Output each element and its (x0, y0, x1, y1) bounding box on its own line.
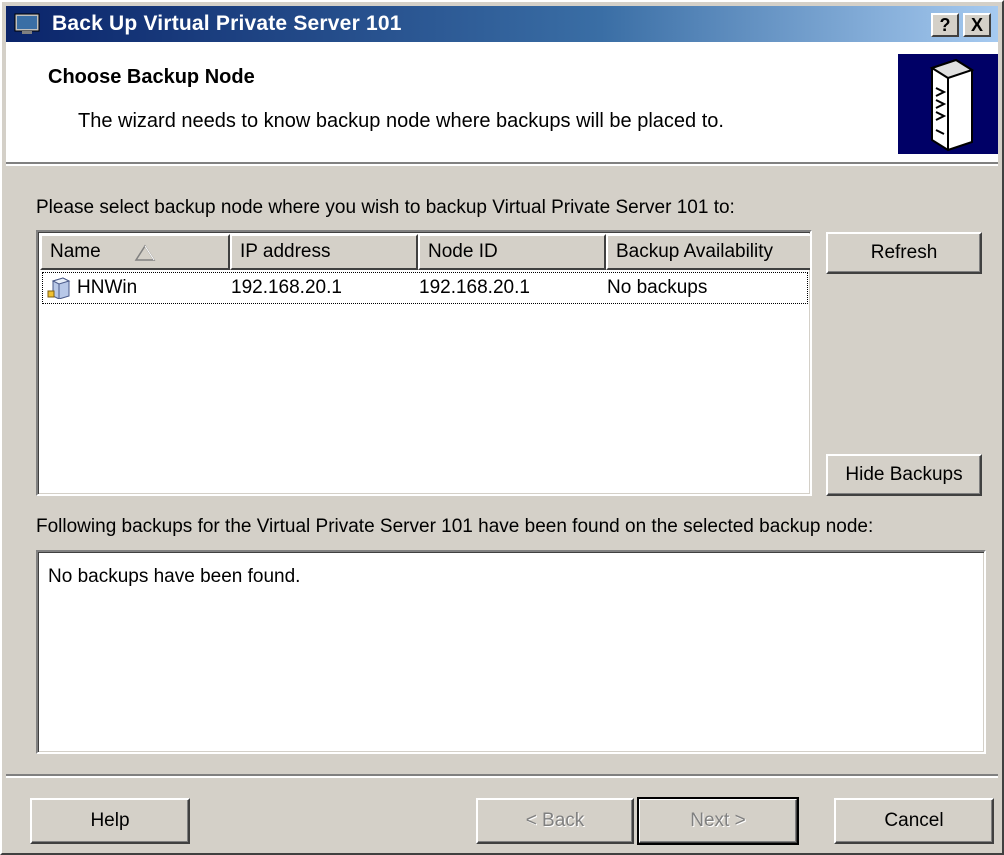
column-header-name-label: Name (50, 241, 101, 262)
title-help-button[interactable]: ? (931, 13, 959, 37)
window-title: Back Up Virtual Private Server 101 (52, 12, 402, 35)
server-window-icon (14, 13, 40, 34)
header-divider (6, 164, 998, 166)
backups-empty-message: No backups have been found. (48, 566, 301, 587)
column-header-node-id[interactable]: Node ID (418, 234, 606, 270)
backups-label: Following backups for the Virtual Privat… (36, 516, 874, 537)
backup-node-list[interactable]: Name IP address Node ID Backup Availabil… (36, 230, 812, 496)
back-button[interactable]: < Back (476, 798, 634, 844)
cell-backup-availability: No backups (607, 277, 708, 298)
cell-ip-address: 192.168.20.1 (231, 277, 342, 298)
table-row[interactable]: HNWin 192.168.20.1 192.168.20.1 No backu… (42, 272, 808, 304)
next-button[interactable]: Next > (637, 797, 799, 845)
cell-node-id: 192.168.20.1 (419, 277, 530, 298)
footer-divider (6, 774, 998, 778)
nodes-label: Please select backup node where you wish… (36, 197, 735, 218)
refresh-button[interactable]: Refresh (826, 232, 982, 274)
wizard-header: Choose Backup Node The wizard needs to k… (6, 42, 998, 164)
help-button[interactable]: Help (30, 798, 190, 844)
column-header-ip-address[interactable]: IP address (230, 234, 418, 270)
column-header-backup-availability[interactable]: Backup Availability (606, 234, 810, 270)
backups-list[interactable]: No backups have been found. (36, 550, 986, 754)
cell-name: HNWin (77, 277, 138, 298)
page-title: Choose Backup Node (48, 66, 255, 88)
sort-ascending-icon (134, 244, 156, 261)
page-subtitle: The wizard needs to know backup node whe… (78, 110, 724, 132)
wizard-window: Back Up Virtual Private Server 101 ? X C… (0, 0, 1004, 855)
cancel-button[interactable]: Cancel (834, 798, 994, 844)
title-close-button[interactable]: X (963, 13, 991, 37)
server-tower-icon (898, 54, 998, 154)
column-header-name[interactable]: Name (40, 234, 230, 270)
column-header-row: Name IP address Node ID Backup Availabil… (40, 234, 810, 270)
hide-backups-button[interactable]: Hide Backups (826, 454, 982, 496)
title-bar[interactable]: Back Up Virtual Private Server 101 ? X (6, 6, 998, 42)
server-node-icon (47, 277, 71, 299)
